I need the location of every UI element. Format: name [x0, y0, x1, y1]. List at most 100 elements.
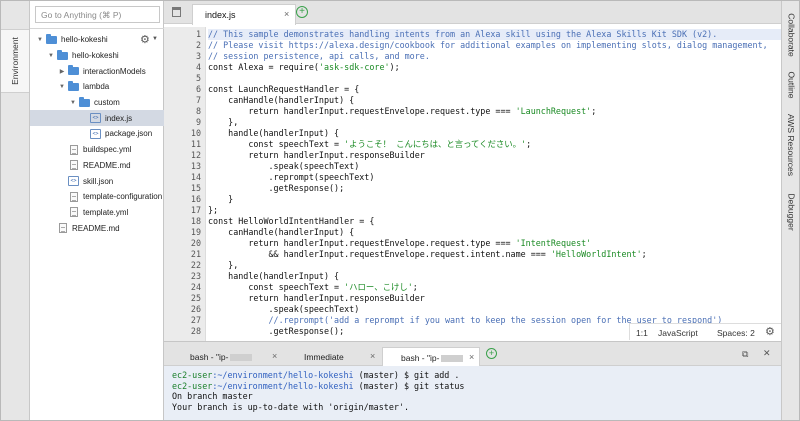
line-number: 23: [190, 271, 201, 281]
line-number: 5: [195, 73, 201, 83]
tab-menu-icon[interactable]: [172, 7, 181, 17]
cursor-position[interactable]: 1:1: [636, 328, 648, 338]
tree-item-label: buildspec.yml: [83, 145, 132, 155]
terminal-line: ec2-user:~/environment/hello-kokeshi (ma…: [172, 381, 772, 392]
code-line: return handlerInput.requestEnvelope.requ…: [208, 106, 597, 116]
folder-icon: [57, 49, 68, 60]
tab-debugger[interactable]: Debugger: [782, 187, 799, 237]
language-mode[interactable]: JavaScript: [658, 328, 698, 338]
close-icon[interactable]: ×: [370, 351, 375, 361]
line-number: 18: [190, 216, 201, 226]
line-number: 13: [190, 161, 201, 171]
tab-collaborate[interactable]: Collaborate: [782, 9, 799, 61]
tab-bash-1[interactable]: bash - "ip- ×: [172, 347, 284, 366]
terminal-line: On branch master: [172, 391, 253, 401]
redacted-host: [230, 354, 253, 362]
go-to-anything-input[interactable]: [35, 6, 160, 23]
line-number: 6: [195, 84, 201, 94]
code-line: return handlerInput.responseBuilder: [208, 293, 425, 303]
caret-right-icon[interactable]: ▶: [58, 68, 66, 75]
line-number: 7: [195, 95, 201, 105]
code-line: const speechText = 'ハロー、こけし';: [208, 282, 418, 292]
terminal-line: Your branch is up-to-date with 'origin/m…: [172, 401, 409, 412]
file-icon: [70, 160, 78, 171]
popout-icon[interactable]: ⧉: [742, 349, 748, 360]
code-line: && handlerInput.requestEnvelope.request.…: [208, 249, 647, 259]
tree-item-label: index.js: [105, 113, 133, 123]
caret-down-icon[interactable]: ▼: [36, 37, 44, 43]
line-number: 21: [190, 249, 201, 259]
code-line: canHandle(handlerInput) {: [208, 95, 355, 105]
tree-item-label: package.json: [105, 129, 153, 139]
tree-item[interactable]: ▼ hello-kokeshi: [30, 48, 164, 64]
tree-item[interactable]: ▼ hello-kokeshi ⚙ ▼: [30, 32, 164, 48]
redacted-host: [441, 355, 464, 363]
line-number: 26: [190, 304, 201, 314]
tree-item[interactable]: README.md: [30, 220, 164, 236]
tree-item[interactable]: buildspec.yml: [30, 142, 164, 158]
editor-status-bar: 1:1 JavaScript Spaces: 2 ⚙: [629, 323, 781, 340]
tree-item[interactable]: ▶ interactionModels: [30, 63, 164, 79]
file-icon: [70, 144, 78, 155]
tree-item-label: template.yml: [83, 207, 129, 217]
code-line: const speechText = 'ようこそ！ こんにちは、と言ってください…: [208, 139, 532, 149]
code-line: return handlerInput.requestEnvelope.requ…: [208, 238, 592, 248]
gear-icon[interactable]: ⚙: [765, 325, 775, 338]
tree-item[interactable]: ▼ lambda: [30, 79, 164, 95]
chevron-down-icon[interactable]: ▼: [152, 36, 158, 42]
tree-item[interactable]: template-configuration: [30, 189, 164, 205]
tree-item[interactable]: README.md: [30, 158, 164, 174]
terminal-tab-bar: bash - "ip- × Immediate × bash - "ip- × …: [164, 342, 781, 366]
line-number: 15: [190, 183, 201, 193]
code-content[interactable]: // This sample demonstrates handling int…: [208, 27, 781, 341]
add-tab-icon[interactable]: +: [296, 6, 308, 18]
line-number: 22: [190, 260, 201, 270]
tab-environment[interactable]: Environment: [1, 29, 29, 93]
close-panel-icon[interactable]: ✕: [763, 348, 771, 359]
gear-icon[interactable]: ⚙: [140, 33, 150, 46]
environment-tree-panel: ▼hello-kokeshi⚙▼▼hello-kokeshi▶interacti…: [30, 1, 164, 420]
caret-down-icon[interactable]: ▼: [47, 53, 55, 59]
code-line: handle(handlerInput) {: [208, 128, 340, 138]
close-icon[interactable]: ×: [284, 9, 289, 19]
tab-index-js[interactable]: index.js ×: [192, 4, 296, 25]
file-icon: [59, 223, 67, 234]
tree-item[interactable]: ▼ custom: [30, 95, 164, 111]
code-line: .getResponse();: [208, 326, 345, 336]
code-line: // Please visit https://alexa.design/coo…: [208, 40, 768, 50]
tree-item-label: lambda: [83, 82, 110, 92]
tab-aws-resources[interactable]: AWS Resources: [782, 109, 799, 181]
line-number: 16: [190, 194, 201, 204]
code-file-icon: <>: [90, 113, 101, 124]
close-icon[interactable]: ×: [469, 352, 474, 362]
code-line: }: [208, 194, 234, 204]
editor-area: index.js × + 1 2 3 4 5 6 7 8 9 10 11 12 13 14 15 16 17 18…: [164, 1, 781, 341]
tree-item-label: custom: [94, 98, 120, 108]
line-number: 12: [190, 150, 201, 160]
caret-down-icon[interactable]: ▼: [58, 84, 66, 90]
file-icon: [70, 191, 78, 202]
caret-down-icon[interactable]: ▼: [69, 100, 77, 106]
code-line: // This sample demonstrates handling int…: [208, 29, 781, 40]
terminal-path: :~/environment/hello-kokeshi: [212, 380, 354, 391]
tab-aws-resources-label: AWS Resources: [786, 113, 797, 177]
add-terminal-icon[interactable]: +: [486, 348, 497, 359]
tab-immediate[interactable]: Immediate ×: [286, 347, 380, 366]
line-number: 27: [190, 315, 201, 325]
close-icon[interactable]: ×: [272, 351, 277, 361]
line-number: 28: [190, 326, 201, 336]
tree-item[interactable]: <> package.json: [30, 126, 164, 142]
tree-item[interactable]: template.yml: [30, 205, 164, 221]
terminal-output[interactable]: ec2-user:~/environment/hello-kokeshi (ma…: [172, 370, 772, 412]
terminal-path: :~/environment/hello-kokeshi: [212, 370, 354, 380]
terminal-rest: (master) $ git add .: [353, 370, 460, 380]
code-editor[interactable]: 1 2 3 4 5 6 7 8 9 10 11 12 13 14 15 16 17 18 19 20 21 22 23 24 2…: [164, 27, 781, 341]
tab-debugger-label: Debugger: [786, 193, 797, 231]
tree-item[interactable]: <> skill.json: [30, 173, 164, 189]
indent-setting[interactable]: Spaces: 2: [717, 328, 755, 338]
line-number: 19: [190, 227, 201, 237]
code-line: const HelloWorldIntentHandler = {: [208, 216, 375, 226]
tree-item[interactable]: <> index.js: [30, 110, 164, 127]
tab-outline[interactable]: Outline: [782, 65, 799, 105]
tab-bash-2[interactable]: bash - "ip- ×: [382, 347, 480, 366]
